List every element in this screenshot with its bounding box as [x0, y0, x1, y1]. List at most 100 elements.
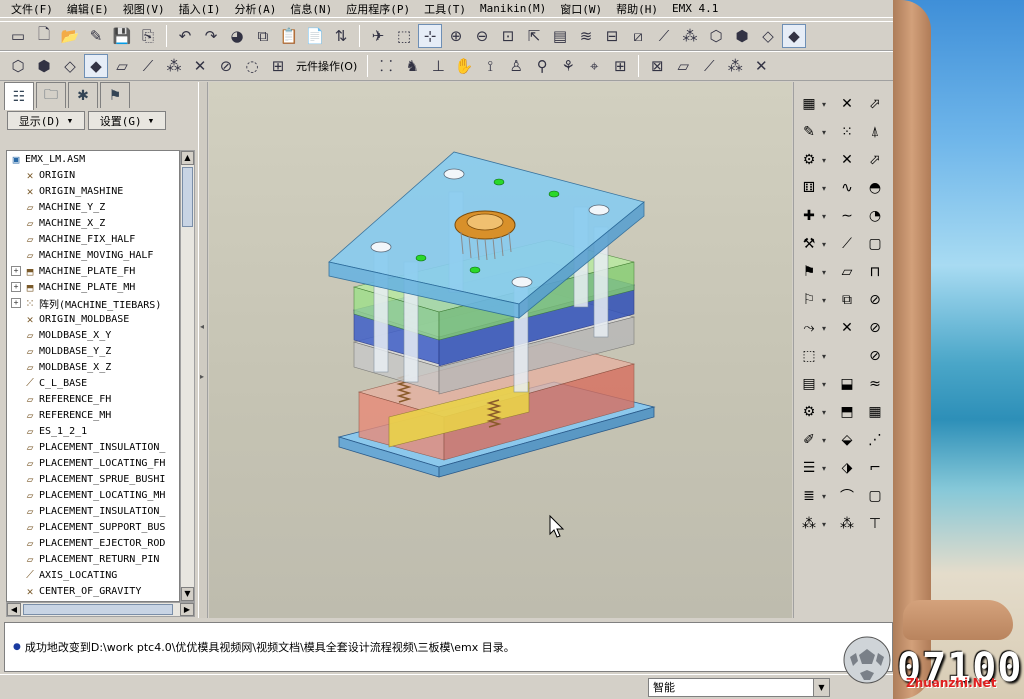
datum-csys2-button[interactable]: ✕: [836, 148, 858, 172]
reach-icon[interactable]: ⚲: [530, 54, 554, 78]
expand-right-icon[interactable]: ▸: [200, 372, 206, 386]
scroll-right-icon[interactable]: ▶: [180, 603, 194, 616]
rib-button[interactable]: ⬀: [864, 148, 886, 172]
sweep-button[interactable]: ◓: [864, 176, 886, 200]
manikin-icon[interactable]: ♙: [504, 54, 528, 78]
spin-center-icon[interactable]: ⊹: [418, 24, 442, 48]
analysis-icon[interactable]: ⊞: [608, 54, 632, 78]
hidden-line-icon[interactable]: ⬢: [730, 24, 754, 48]
emx-new-button[interactable]: ✚ ▾: [798, 204, 826, 228]
saved-views-icon[interactable]: ▤: [548, 24, 572, 48]
datum-points-icon[interactable]: ⁂: [678, 24, 702, 48]
shading-icon[interactable]: ◆: [782, 24, 806, 48]
trim-button[interactable]: ⊘: [864, 288, 886, 312]
menu-item[interactable]: 文件(F): [4, 1, 60, 17]
tree-item[interactable]: ▱ PLACEMENT_LOCATING_MH: [7, 487, 179, 503]
menu-item[interactable]: 帮助(H): [609, 1, 665, 17]
tree-item[interactable]: ✕ ORIGIN_MOLDBASE: [7, 311, 179, 327]
shell-button[interactable]: ⬀: [864, 92, 886, 116]
tree-item[interactable]: ✕ CENTER_OF_GRAVITY: [7, 583, 179, 599]
tree-item[interactable]: ⟋ C_L_BASE: [7, 375, 179, 391]
draft-button[interactable]: ⍋: [864, 120, 886, 144]
selection-filter-dropdown[interactable]: 智能 ▼: [648, 678, 830, 697]
expand-toggle-icon[interactable]: +: [11, 266, 21, 276]
tree-item[interactable]: ▱ PLACEMENT_EJECTOR_ROD: [7, 535, 179, 551]
emx-component-button[interactable]: ⚅ ▾: [798, 176, 826, 200]
drag-component-icon[interactable]: ⸬: [374, 54, 398, 78]
emx-edit-button[interactable]: ✎ ▾: [798, 120, 826, 144]
paste-special-icon[interactable]: 📄: [303, 24, 327, 48]
cube-outline-icon[interactable]: ◇: [58, 54, 82, 78]
tree-item[interactable]: ▱ PLACEMENT_RETURN_PIN: [7, 551, 179, 567]
tree-item[interactable]: ⟋ AXIS_LOCATING: [7, 567, 179, 583]
tree-item[interactable]: ▱ REFERENCE_FH: [7, 391, 179, 407]
measure-icon[interactable]: ⟟: [478, 54, 502, 78]
regenerate-icon[interactable]: ⇅: [329, 24, 353, 48]
tree-item[interactable]: ▱ MOLDBASE_X_Y: [7, 327, 179, 343]
plane-button[interactable]: ▱: [836, 260, 858, 284]
undo-icon[interactable]: ↶: [173, 24, 197, 48]
tree-item[interactable]: ▱ MACHINE_MOVING_HALF: [7, 247, 179, 263]
menu-item[interactable]: 信息(N): [283, 1, 339, 17]
datum-axes-icon[interactable]: ⟋: [652, 24, 676, 48]
sketch-button[interactable]: ∼: [836, 204, 858, 228]
extrude-button[interactable]: ⬓: [836, 372, 858, 396]
scroll-thumb[interactable]: [182, 167, 193, 227]
emx-assembly-button[interactable]: ⚙ ▾: [798, 148, 826, 172]
emx-drawing-button[interactable]: ✐ ▾: [798, 428, 826, 452]
emx-ejector-button[interactable]: ⚐ ▾: [798, 288, 826, 312]
layers-icon[interactable]: ≋: [574, 24, 598, 48]
emx-bolt-button[interactable]: ⚒ ▾: [798, 232, 826, 256]
scroll-left-icon[interactable]: ◀: [7, 603, 21, 616]
tab-model-tree[interactable]: ☷: [4, 82, 34, 110]
annotation-icon[interactable]: ⊘: [214, 54, 238, 78]
mirror-button[interactable]: ▢: [864, 232, 886, 256]
tree-vertical-scrollbar[interactable]: ▲ ▼: [180, 150, 195, 602]
cut-button[interactable]: ⬙: [836, 428, 858, 452]
plane-icon[interactable]: ▱: [671, 54, 695, 78]
cube-hidden-icon[interactable]: ⬢: [32, 54, 56, 78]
offset-button[interactable]: ⊘: [864, 316, 886, 340]
round-button[interactable]: ⌒: [836, 484, 858, 508]
reorient-icon[interactable]: ⇱: [522, 24, 546, 48]
axis-display-icon[interactable]: ⟋: [136, 54, 160, 78]
tab-folder-browser[interactable]: 🗀: [36, 82, 66, 108]
menu-item[interactable]: 工具(T): [417, 1, 473, 17]
tree-horizontal-scrollbar[interactable]: ◀ ▶: [6, 602, 195, 617]
box-button[interactable]: ▢: [864, 484, 886, 508]
csys-display-icon[interactable]: ✕: [188, 54, 212, 78]
expand-toggle-icon[interactable]: +: [11, 298, 21, 308]
tree-item[interactable]: ▱ MOLDBASE_X_Z: [7, 359, 179, 375]
plane-display-icon[interactable]: ▱: [110, 54, 134, 78]
tab-favorites[interactable]: ✱: [68, 82, 98, 108]
tree-item[interactable]: ▱ PLACEMENT_INSULATION_: [7, 503, 179, 519]
settings-dropdown[interactable]: 设置(G) ▾: [88, 111, 166, 130]
tree-item[interactable]: ✕ ORIGIN: [7, 167, 179, 183]
new-document-icon[interactable]: 🗋: [32, 24, 56, 48]
save-copy-icon[interactable]: ⎘: [136, 24, 160, 48]
emx-cooling-button[interactable]: ⤳ ▾: [798, 316, 826, 340]
blank-button[interactable]: [836, 344, 858, 368]
tree-item[interactable]: ▱ MACHINE_FIX_HALF: [7, 231, 179, 247]
component-ops-label[interactable]: 元件操作(O): [292, 58, 361, 74]
view-cone-icon[interactable]: ⌖: [582, 54, 606, 78]
zoom-window-icon[interactable]: ⬚: [392, 24, 416, 48]
zoom-out-icon[interactable]: ⊖: [470, 24, 494, 48]
cube-shaded-icon[interactable]: ◆: [84, 54, 108, 78]
hole-button[interactable]: ⬗: [836, 456, 858, 480]
datum-planes-icon[interactable]: ⧄: [626, 24, 650, 48]
new-file-icon[interactable]: ▭: [6, 24, 30, 48]
point-icon[interactable]: ⁂: [723, 54, 747, 78]
cube-wire-icon[interactable]: ⬡: [6, 54, 30, 78]
zoom-in-icon[interactable]: ⊕: [444, 24, 468, 48]
wave-button[interactable]: ⋰: [864, 428, 886, 452]
emx-slider-button[interactable]: ⬚ ▾: [798, 344, 826, 368]
csys-icon[interactable]: ✕: [749, 54, 773, 78]
tree-item[interactable]: ▱ MACHINE_X_Z: [7, 215, 179, 231]
datum-point-button[interactable]: ⁙: [836, 120, 858, 144]
menu-item[interactable]: EMX 4.1: [665, 2, 725, 15]
view-manager-icon[interactable]: ⊟: [600, 24, 624, 48]
tree-item[interactable]: ▱ REFERENCE_MH: [7, 407, 179, 423]
menu-item[interactable]: 分析(A): [228, 1, 284, 17]
expand-toggle-icon[interactable]: +: [11, 282, 21, 292]
